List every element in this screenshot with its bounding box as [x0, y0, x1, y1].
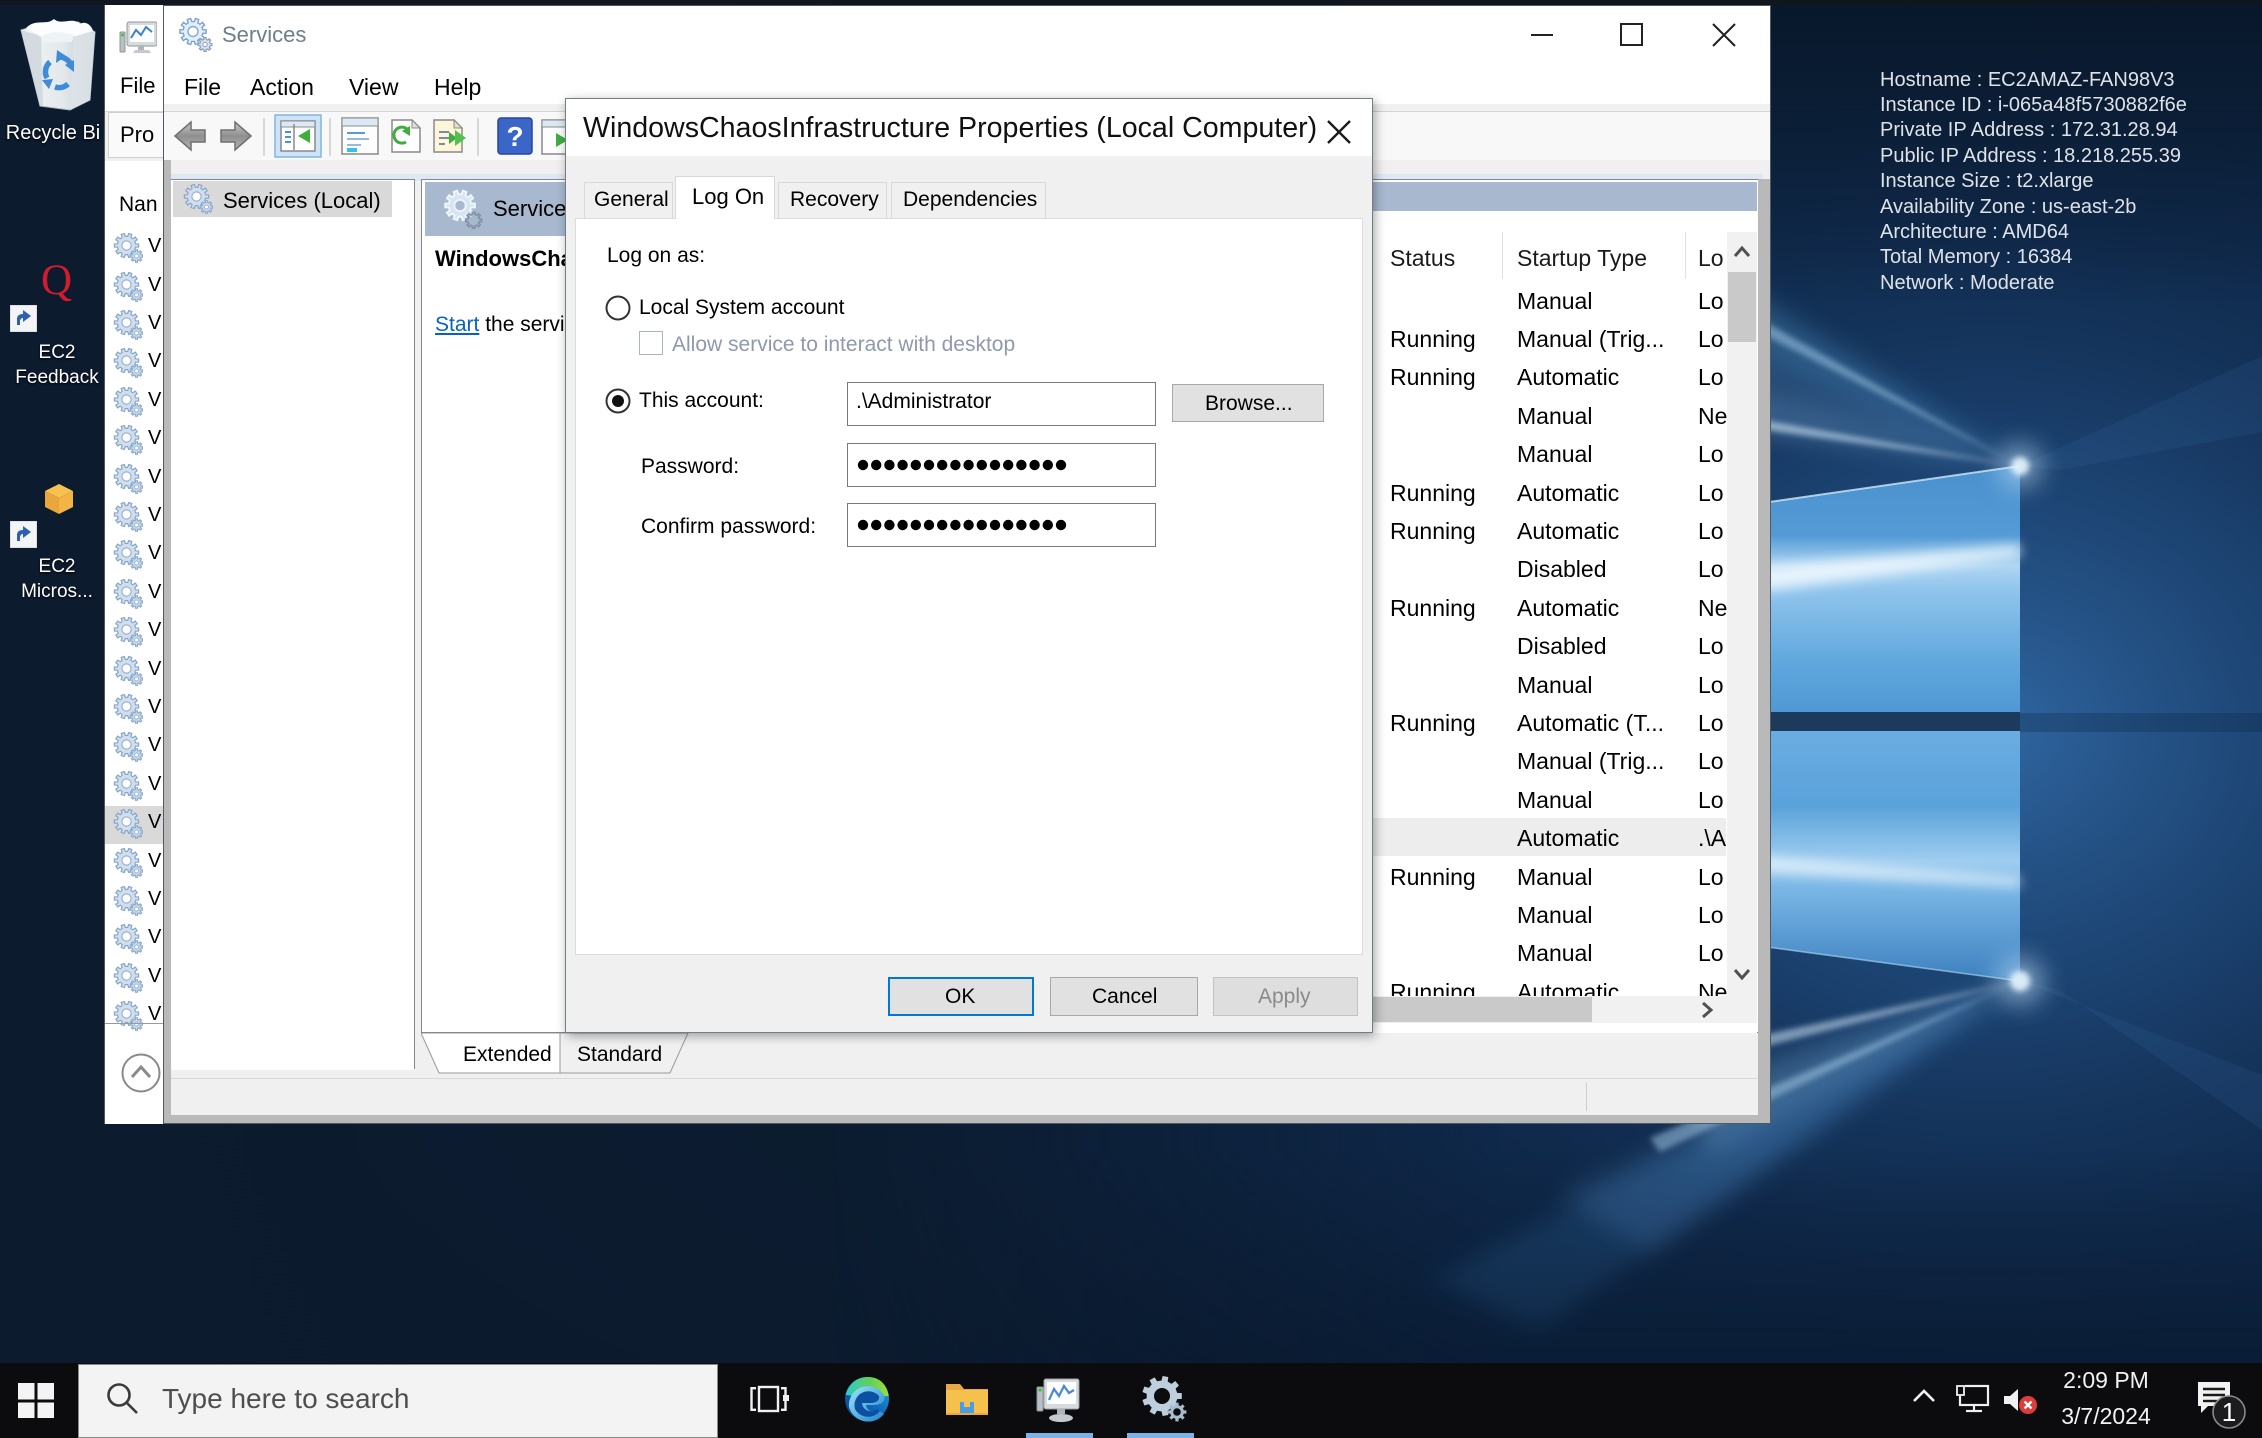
svg-text:Standard: Standard — [577, 1043, 662, 1066]
svg-text:?: ? — [506, 121, 523, 152]
svg-text:1: 1 — [2222, 1397, 2236, 1427]
svg-text:Extended: Extended — [463, 1043, 552, 1066]
